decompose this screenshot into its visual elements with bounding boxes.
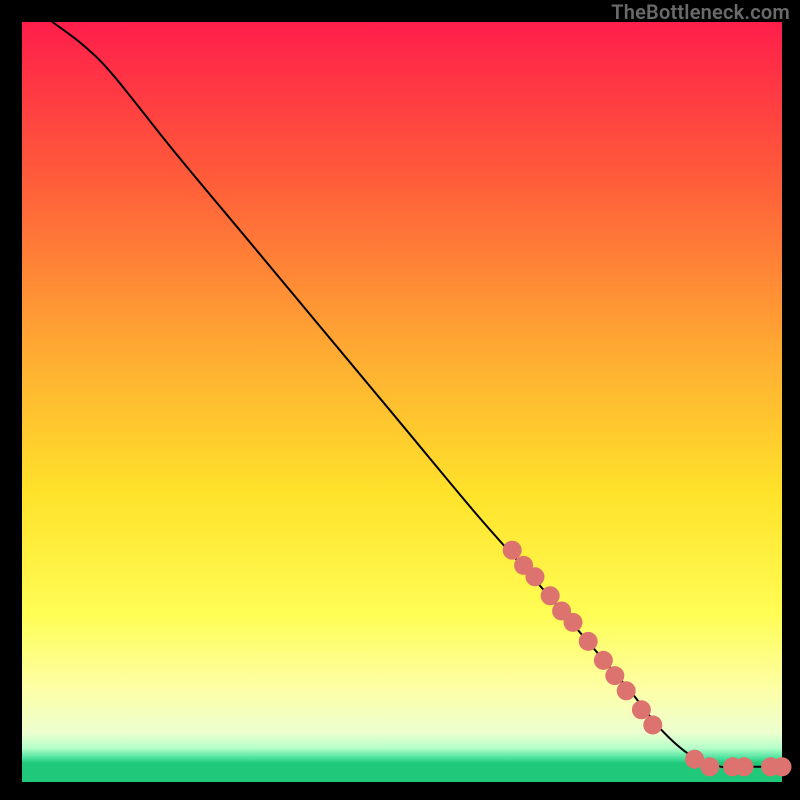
data-marker <box>643 716 662 735</box>
data-marker <box>700 757 719 776</box>
data-marker <box>564 613 583 632</box>
data-marker <box>617 681 636 700</box>
data-marker <box>541 586 560 605</box>
data-marker <box>773 757 792 776</box>
data-marker <box>594 651 613 670</box>
data-marker <box>503 541 522 560</box>
chart-container: TheBottleneck.com <box>0 0 800 800</box>
data-marker <box>735 757 754 776</box>
data-marker <box>579 632 598 651</box>
plot-area <box>22 22 782 782</box>
data-marker <box>605 666 624 685</box>
chart-svg <box>0 0 800 800</box>
data-marker <box>526 567 545 586</box>
data-marker <box>632 700 651 719</box>
